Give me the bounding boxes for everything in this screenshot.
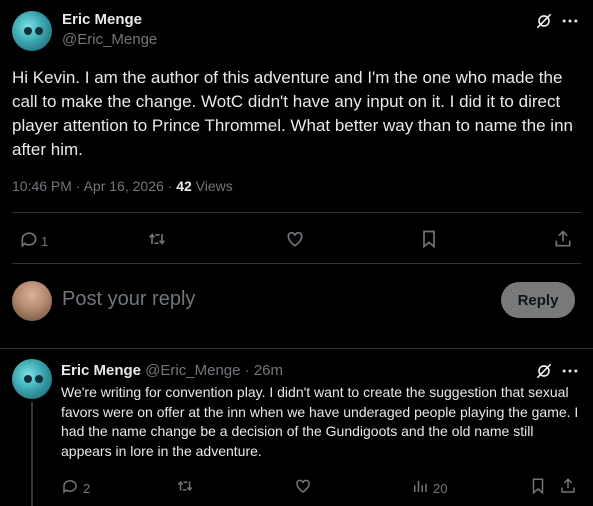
- author-handle[interactable]: @Eric_Menge: [62, 31, 157, 48]
- reply-count: 2: [83, 481, 91, 496]
- author-name[interactable]: Eric Menge: [62, 11, 142, 28]
- share-icon[interactable]: [553, 229, 573, 249]
- reply-header: Eric Menge @Eric_Menge · 26m: [61, 362, 283, 379]
- author-avatar[interactable]: [12, 11, 52, 51]
- views-label: Views: [191, 178, 233, 194]
- reply-count: 1: [41, 234, 49, 249]
- avatar-eye: [35, 27, 43, 35]
- more-icon[interactable]: [560, 361, 580, 381]
- avatar-eye: [24, 27, 32, 35]
- reply-author-avatar[interactable]: [12, 359, 52, 399]
- retweet-icon[interactable]: [176, 477, 194, 495]
- reply-action[interactable]: 1: [19, 229, 48, 254]
- reply-icon: [61, 477, 79, 500]
- reply-button[interactable]: Reply: [501, 282, 575, 318]
- user-avatar[interactable]: [12, 281, 52, 321]
- heart-icon[interactable]: [285, 229, 305, 249]
- tweet-meta: 10:46 PM · Apr 16, 2026 · 42 Views: [12, 178, 233, 194]
- bookmark-icon[interactable]: [419, 229, 439, 249]
- reply-action[interactable]: 2: [61, 477, 90, 500]
- reply-author-handle[interactable]: @Eric_Menge: [145, 362, 240, 379]
- bookmark-icon[interactable]: [529, 477, 547, 495]
- divider: [0, 348, 593, 349]
- share-icon[interactable]: [559, 477, 577, 495]
- thread-line: [31, 402, 33, 506]
- retweet-icon[interactable]: [147, 229, 167, 249]
- tweet-text: Hi Kevin. I am the author of this advent…: [12, 68, 573, 159]
- reply-icon: [19, 229, 39, 254]
- reply-time[interactable]: · 26m: [240, 362, 283, 379]
- heart-icon[interactable]: [294, 477, 312, 495]
- views-action[interactable]: 20: [411, 477, 447, 500]
- divider: [12, 263, 581, 264]
- views-count[interactable]: 42: [176, 178, 192, 194]
- views-icon: [411, 477, 429, 500]
- more-icon[interactable]: [560, 11, 580, 31]
- reply-author-name[interactable]: Eric Menge: [61, 362, 141, 379]
- grok-icon[interactable]: [534, 361, 554, 381]
- views-count: 20: [433, 481, 448, 496]
- avatar-eye: [24, 375, 32, 383]
- avatar-eye: [35, 375, 43, 383]
- grok-icon[interactable]: [534, 11, 554, 31]
- reply-text: We're writing for convention play. I did…: [61, 384, 579, 459]
- timestamp[interactable]: 10:46 PM · Apr 16, 2026 ·: [12, 178, 176, 194]
- reply-input[interactable]: Post your reply: [62, 288, 195, 311]
- divider: [12, 212, 581, 213]
